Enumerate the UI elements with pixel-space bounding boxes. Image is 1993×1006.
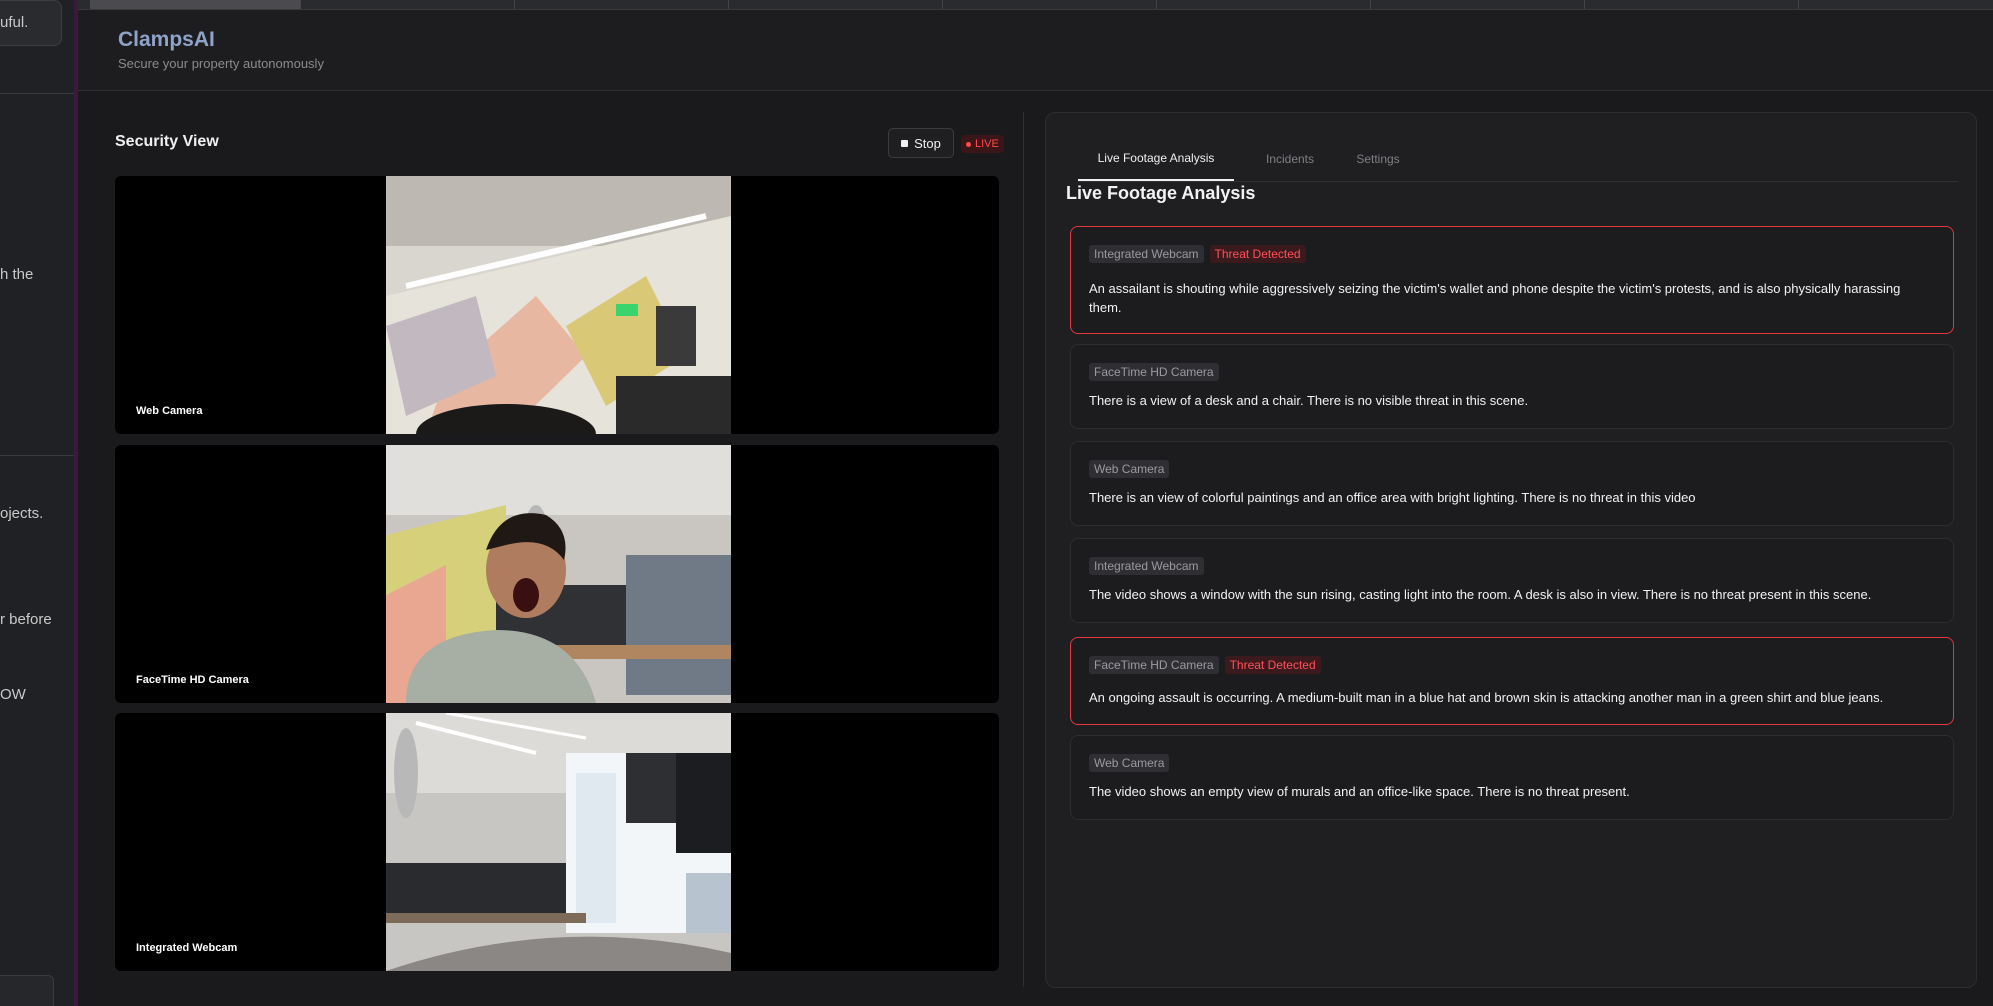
analysis-entry-text: There is an view of colorful paintings a… bbox=[1089, 490, 1696, 505]
tab-settings[interactable]: Settings bbox=[1342, 137, 1414, 181]
app-brand[interactable]: ClampsAI bbox=[118, 28, 215, 52]
analysis-entry[interactable]: Web Camera There is an view of colorful … bbox=[1070, 441, 1954, 526]
source-chip: FaceTime HD Camera bbox=[1089, 363, 1219, 381]
source-chip: Integrated Webcam bbox=[1089, 245, 1204, 263]
analysis-entry[interactable]: Integrated Webcam Threat Detected An ass… bbox=[1070, 226, 1954, 334]
source-chip: Web Camera bbox=[1089, 460, 1170, 478]
camera-image-office-windows bbox=[386, 713, 731, 971]
analysis-entry[interactable]: FaceTime HD Camera There is a view of a … bbox=[1070, 344, 1954, 429]
browser-tab-strip bbox=[78, 0, 1993, 10]
analysis-entry[interactable]: Integrated Webcam The video shows a wind… bbox=[1070, 538, 1954, 623]
left-text-fragment: h the bbox=[0, 266, 34, 283]
analysis-entry[interactable]: Web Camera The video shows an empty view… bbox=[1070, 735, 1954, 820]
camera-label: Web Camera bbox=[136, 405, 203, 417]
live-dot-icon bbox=[966, 141, 971, 147]
camera-feed-web-camera[interactable]: Web Camera bbox=[115, 176, 999, 434]
analysis-panel: Live Footage Analysis Incidents Settings… bbox=[1045, 112, 1977, 988]
left-text-fragment: uful. bbox=[0, 14, 29, 31]
left-side-panel: uful. h the ojects. r before OW bbox=[0, 0, 78, 1006]
security-view-title: Security View bbox=[115, 133, 219, 150]
analysis-entry-text: The video shows a window with the sun ri… bbox=[1089, 587, 1872, 602]
left-text-fragment: ojects. bbox=[0, 505, 44, 522]
left-text-fragment: r before bbox=[0, 611, 52, 628]
camera-label: FaceTime HD Camera bbox=[136, 674, 249, 686]
analysis-entry-text: The video shows an empty view of murals … bbox=[1089, 784, 1630, 799]
browser-tab[interactable] bbox=[728, 0, 943, 9]
threat-detected-badge: Threat Detected bbox=[1209, 245, 1306, 263]
analysis-entry[interactable]: FaceTime HD Camera Threat Detected An on… bbox=[1070, 637, 1954, 725]
browser-tab[interactable] bbox=[1370, 0, 1585, 9]
live-badge: LIVE bbox=[961, 135, 1004, 153]
camera-image-person-shouting bbox=[386, 445, 731, 703]
camera-image-office-ceiling bbox=[386, 176, 731, 434]
analysis-entry-text: An ongoing assault is occurring. A mediu… bbox=[1089, 690, 1884, 705]
app-header: ClampsAI Secure your property autonomous… bbox=[78, 10, 1993, 91]
panel-divider bbox=[1023, 112, 1024, 987]
threat-detected-badge: Threat Detected bbox=[1224, 656, 1321, 674]
source-chip: Web Camera bbox=[1089, 754, 1170, 772]
camera-feed-facetime-hd-camera[interactable]: FaceTime HD Camera bbox=[115, 445, 999, 703]
browser-tab[interactable] bbox=[514, 0, 729, 9]
left-input-card[interactable] bbox=[0, 975, 54, 1006]
left-text-fragment: OW bbox=[0, 686, 26, 703]
camera-label: Integrated Webcam bbox=[136, 942, 238, 954]
analysis-entry-text: An assailant is shouting while aggressiv… bbox=[1089, 281, 1901, 315]
browser-tab[interactable] bbox=[1584, 0, 1799, 9]
analysis-tabs: Live Footage Analysis Incidents Settings bbox=[1078, 137, 1958, 182]
tab-incidents[interactable]: Incidents bbox=[1250, 137, 1330, 181]
left-divider bbox=[0, 93, 74, 94]
analysis-title: Live Footage Analysis bbox=[1066, 183, 1256, 203]
browser-tab[interactable] bbox=[1156, 0, 1371, 9]
source-chip: FaceTime HD Camera bbox=[1089, 656, 1219, 674]
stop-button[interactable]: Stop bbox=[888, 128, 954, 158]
app-tagline: Secure your property autonomously bbox=[118, 56, 324, 71]
analysis-entry-text: There is a view of a desk and a chair. T… bbox=[1089, 393, 1529, 408]
live-badge-label: LIVE bbox=[975, 138, 999, 150]
left-divider bbox=[0, 455, 74, 456]
stop-button-label: Stop bbox=[914, 135, 941, 151]
stop-icon bbox=[901, 139, 909, 147]
browser-tab[interactable] bbox=[300, 0, 515, 9]
tab-live-footage-analysis[interactable]: Live Footage Analysis bbox=[1078, 137, 1234, 181]
browser-tab[interactable] bbox=[90, 0, 301, 9]
camera-feed-integrated-webcam[interactable]: Integrated Webcam bbox=[115, 713, 999, 971]
browser-tab[interactable] bbox=[942, 0, 1157, 9]
source-chip: Integrated Webcam bbox=[1089, 557, 1204, 575]
